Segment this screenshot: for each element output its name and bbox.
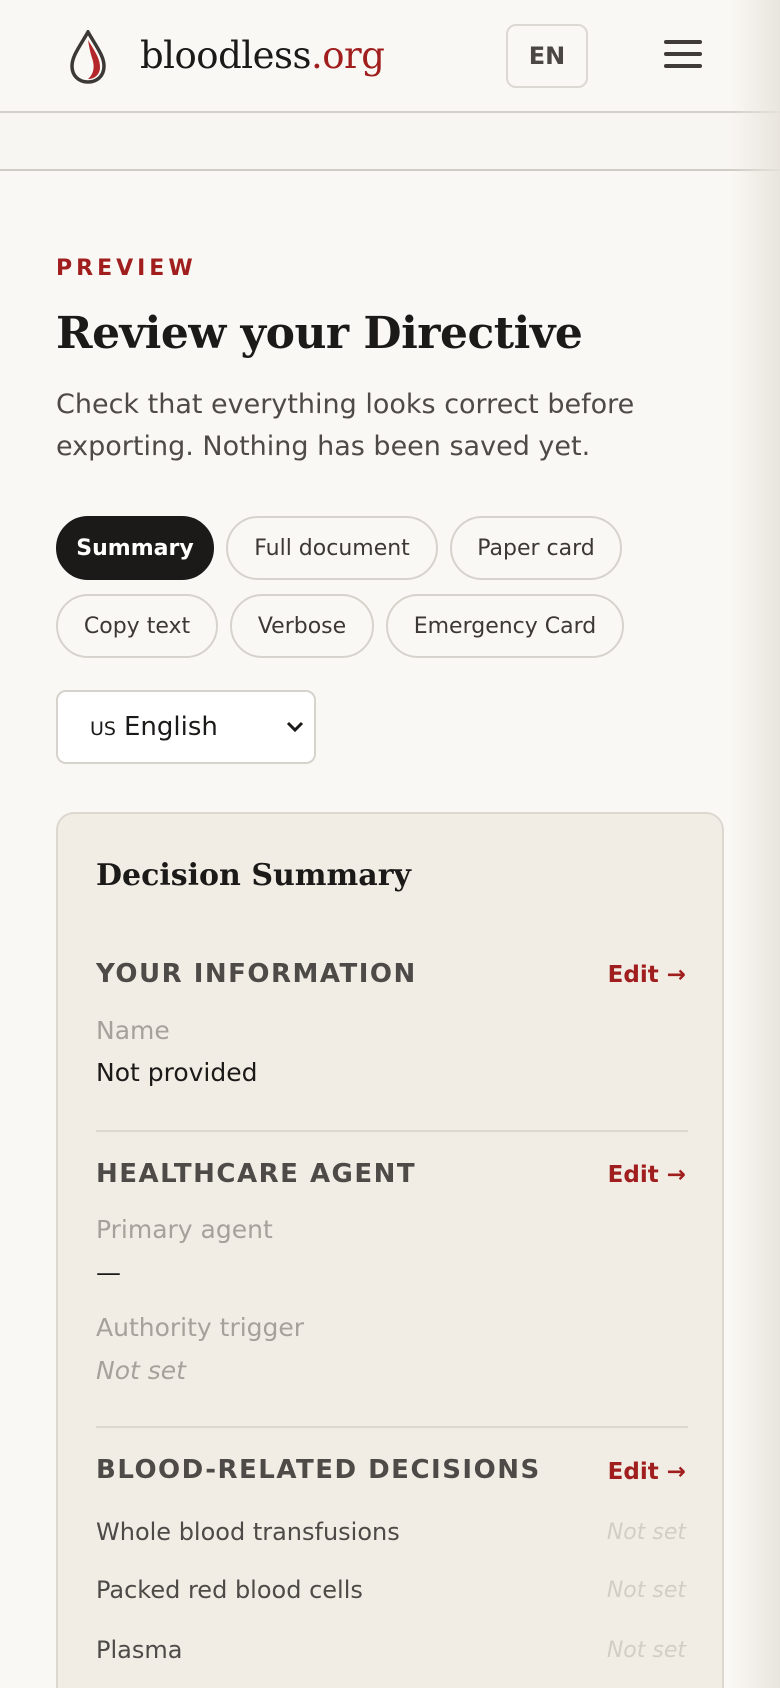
decision-row-label: Packed red blood cells <box>96 1576 363 1604</box>
language-select[interactable]: US English <box>56 690 316 764</box>
card-title: Decision Summary <box>96 858 411 893</box>
section-divider <box>96 1130 688 1132</box>
page-description: Check that everything looks correct befo… <box>56 389 635 462</box>
decision-row-value: Not set <box>606 1578 686 1603</box>
decision-row-label: Plasma <box>96 1636 183 1664</box>
edit-healthcare-agent-link[interactable]: Edit → <box>608 1162 686 1188</box>
section-divider <box>96 1426 688 1428</box>
page: bloodless.org EN PREVIEW Review your Dir… <box>0 0 780 1688</box>
tab-paper-card[interactable]: Paper card <box>450 516 622 580</box>
section-your-information-heading: YOUR INFORMATION <box>96 959 417 989</box>
primary-agent-value: — <box>96 1258 121 1287</box>
sub-navigation-bar <box>0 113 780 171</box>
chevron-down-icon <box>286 721 304 733</box>
name-value: Not provided <box>96 1058 258 1087</box>
site-header: bloodless.org EN <box>0 0 780 113</box>
tab-verbose[interactable]: Verbose <box>230 594 374 658</box>
primary-agent-label: Primary agent <box>96 1215 273 1244</box>
decision-summary-card: Decision Summary YOUR INFORMATION Edit →… <box>56 812 724 1688</box>
tab-emergency-card[interactable]: Emergency Card <box>386 594 624 658</box>
decision-row-label: Whole blood transfusions <box>96 1518 400 1546</box>
blood-drop-icon[interactable] <box>68 30 108 84</box>
hamburger-menu-icon[interactable] <box>664 40 702 70</box>
preview-eyebrow: PREVIEW <box>56 256 197 281</box>
language-button[interactable]: EN <box>506 24 588 88</box>
decision-row-value: Not set <box>606 1520 686 1545</box>
brand-name: bloodless <box>140 34 311 77</box>
section-healthcare-agent-heading: HEALTHCARE AGENT <box>96 1159 417 1189</box>
tab-summary[interactable]: Summary <box>56 516 214 580</box>
tab-full-document[interactable]: Full document <box>226 516 438 580</box>
edge-shadow <box>730 0 780 1688</box>
decision-row-value: Not set <box>606 1638 686 1663</box>
brand-tld: .org <box>310 34 385 77</box>
edit-your-information-link[interactable]: Edit → <box>608 962 686 988</box>
brand-logo-text[interactable]: bloodless.org <box>140 34 385 77</box>
name-label: Name <box>96 1016 170 1045</box>
authority-trigger-value: Not set <box>96 1356 186 1385</box>
authority-trigger-label: Authority trigger <box>96 1313 305 1342</box>
page-title: Review your Directive <box>56 308 583 359</box>
language-select-value: English <box>123 712 218 742</box>
tab-copy-text[interactable]: Copy text <box>56 594 218 658</box>
edit-blood-decisions-link[interactable]: Edit → <box>608 1459 686 1485</box>
section-blood-decisions-heading: BLOOD-RELATED DECISIONS <box>96 1455 541 1485</box>
us-flag-icon: US <box>90 718 116 740</box>
